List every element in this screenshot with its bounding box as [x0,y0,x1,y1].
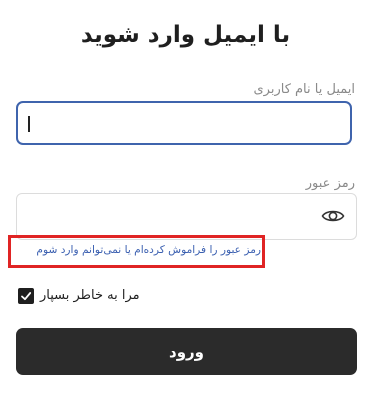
remember-me-label: مرا به خاطر بسپار [40,288,140,303]
page-title: با ایمیل وارد شوید [80,22,291,48]
email-field[interactable] [16,101,352,145]
remember-me-checkbox[interactable] [18,288,34,304]
check-icon [21,292,32,301]
forgot-password-link[interactable]: رمز عبور را فراموش کرده‌ام یا نمی‌توانم … [13,244,261,256]
text-caret [28,116,30,132]
login-page: با ایمیل وارد شوید ایمیل یا نام کاربری ر… [0,0,371,404]
password-field[interactable] [16,193,357,240]
eye-icon[interactable] [321,208,345,224]
password-label: رمز عبور [305,176,355,191]
login-button[interactable]: ورود [16,328,357,375]
email-label: ایمیل یا نام کاربری [253,82,355,97]
